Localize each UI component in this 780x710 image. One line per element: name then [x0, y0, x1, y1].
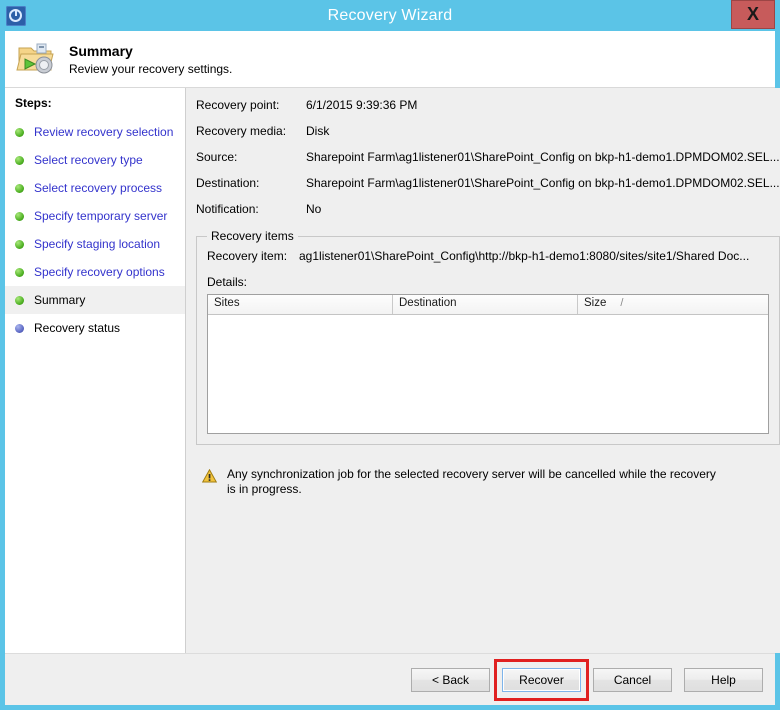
step-label: Select recovery process [34, 181, 163, 195]
summary-row: Source: Sharepoint Farm\ag1listener01\Sha… [196, 150, 780, 176]
step-label: Select recovery type [34, 153, 143, 167]
wizard-footer: < Back Recover Cancel Help [5, 653, 775, 705]
summary-row-label: Recovery media: [196, 124, 287, 138]
step-bullet-icon [15, 267, 24, 277]
recover-button[interactable]: Recover [502, 667, 581, 692]
summary-row-value: Sharepoint Farm\ag1listener01\SharePoint… [306, 150, 780, 164]
summary-row-label: Destination: [196, 176, 260, 190]
steps-sidebar: Steps: Review recovery selection Select r… [5, 88, 186, 653]
recovery-items-group: Recovery items Recovery item: ag1listene… [196, 229, 780, 445]
summary-row-value: 6/1/2015 9:39:36 PM [306, 98, 418, 112]
step-label: Specify temporary server [34, 209, 168, 223]
warning-message: Any synchronization job for the selected… [196, 467, 780, 497]
warning-text: Any synchronization job for the selected… [227, 467, 716, 496]
step-label: Review recovery selection [34, 125, 174, 139]
sidebar-step-specify-staging-location[interactable]: Specify staging location [5, 230, 185, 258]
back-button[interactable]: < Back [411, 667, 490, 692]
step-label: Summary [34, 293, 86, 307]
wizard-header: Summary Review your recovery settings. [5, 31, 775, 88]
step-bullet-icon [15, 239, 24, 249]
details-table-header: Sites Destination Size / [208, 295, 768, 315]
summary-row: Destination: Sharepoint Farm\ag1listener0… [196, 176, 780, 202]
summary-rows: Recovery point: 6/1/2015 9:39:36 PM Recove… [196, 98, 780, 228]
details-label: Details: [207, 275, 248, 289]
summary-row-label: Notification: [196, 202, 259, 216]
recovery-item-label: Recovery item: [207, 249, 288, 263]
step-bullet-icon [15, 323, 24, 333]
sidebar-step-summary[interactable]: Summary [5, 286, 185, 314]
step-bullet-icon [15, 127, 24, 137]
details-table-body[interactable] [208, 315, 768, 433]
summary-row-value: No [306, 202, 322, 216]
summary-row-value: Disk [306, 124, 330, 138]
window-title: Recovery Wizard [327, 6, 453, 24]
sidebar-step-review-recovery-selection[interactable]: Review recovery selection [5, 118, 185, 146]
summary-row: Recovery media: Disk [196, 124, 780, 150]
step-label: Recovery status [34, 321, 121, 335]
step-bullet-icon [15, 295, 24, 305]
folder-recovery-icon [15, 39, 57, 79]
step-bullet-icon [15, 183, 24, 193]
step-bullet-icon [15, 155, 24, 165]
summary-row-label: Source: [196, 150, 238, 164]
recovery-wizard-window: Recovery Wizard X Summary Review your re… [0, 0, 780, 710]
recovery-items-group-title: Recovery items [207, 229, 298, 243]
column-header-size[interactable]: Size / [578, 295, 768, 314]
column-separator-mark: / [620, 297, 624, 309]
step-label: Specify recovery options [34, 265, 165, 279]
sidebar-step-specify-recovery-options[interactable]: Specify recovery options [5, 258, 185, 286]
clock-history-icon [6, 5, 26, 26]
column-header-size-label: Size [584, 297, 607, 309]
recovery-item-row: Recovery item: ag1listener01\SharePoint_… [207, 249, 769, 263]
column-header-destination[interactable]: Destination [393, 295, 578, 314]
footer-buttons: < Back Recover Cancel Help [399, 658, 763, 701]
wizard-body: Steps: Review recovery selection Select r… [5, 88, 780, 653]
help-button[interactable]: Help [684, 667, 763, 692]
recovery-item-value: ag1listener01\SharePoint_Config\http://b… [299, 249, 750, 263]
close-icon[interactable]: X [731, 0, 775, 29]
warning-triangle-icon [201, 468, 218, 483]
summary-row: Recovery point: 6/1/2015 9:39:36 PM [196, 98, 780, 124]
steps-list: Review recovery selection Select recovery… [5, 118, 185, 342]
summary-row: Notification: No [196, 202, 780, 228]
sidebar-step-select-recovery-process[interactable]: Select recovery process [5, 174, 185, 202]
summary-row-label: Recovery point: [196, 98, 280, 112]
column-header-sites[interactable]: Sites [208, 295, 393, 314]
summary-row-value: Sharepoint Farm\ag1listener01\SharePoint… [306, 176, 780, 190]
cancel-button[interactable]: Cancel [593, 667, 672, 692]
sidebar-step-specify-temporary-server[interactable]: Specify temporary server [5, 202, 185, 230]
page-subtitle: Review your recovery settings. [69, 61, 233, 76]
content-pane: Recovery point: 6/1/2015 9:39:36 PM Recove… [186, 88, 780, 653]
title-bar: Recovery Wizard X [5, 0, 775, 31]
page-title: Summary [69, 42, 133, 59]
step-label: Specify staging location [34, 237, 161, 251]
step-bullet-icon [15, 211, 24, 221]
sidebar-step-recovery-status[interactable]: Recovery status [5, 314, 185, 342]
details-table[interactable]: Sites Destination Size / [207, 294, 769, 434]
steps-title: Steps: [15, 96, 52, 110]
sidebar-step-select-recovery-type[interactable]: Select recovery type [5, 146, 185, 174]
